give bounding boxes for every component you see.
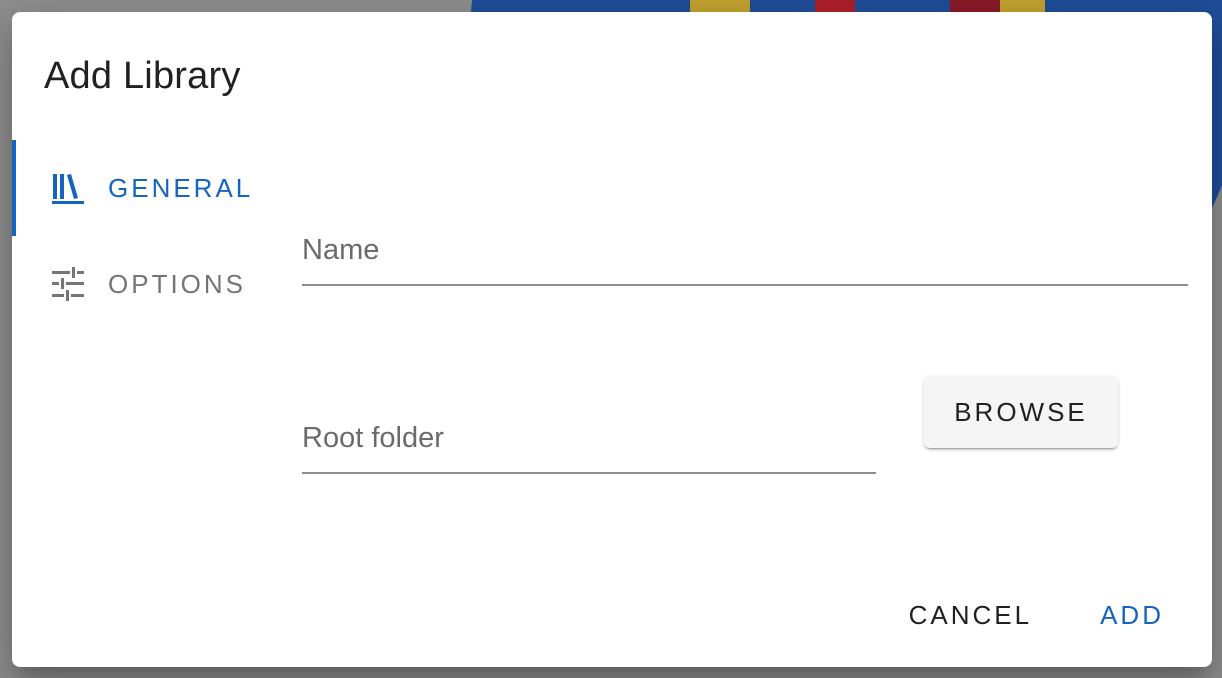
name-underline: [302, 284, 1188, 286]
cancel-button[interactable]: CANCEL: [889, 588, 1052, 643]
root-folder-field: Root folder: [302, 422, 880, 474]
browse-button[interactable]: BROWSE: [924, 376, 1118, 448]
add-button[interactable]: ADD: [1080, 588, 1184, 643]
add-library-dialog: Add Library GENERAL OPTIONS Name Root fo…: [12, 12, 1212, 667]
name-field: Name: [302, 234, 1192, 286]
root-folder-input[interactable]: [302, 422, 880, 472]
tab-options[interactable]: OPTIONS: [12, 236, 282, 332]
tune-icon: [48, 264, 88, 304]
dialog-actions: CANCEL ADD: [889, 588, 1184, 643]
root-folder-underline: [302, 472, 876, 474]
name-input[interactable]: [302, 234, 1192, 284]
tab-options-label: OPTIONS: [108, 268, 247, 299]
library-books-icon: [48, 168, 88, 208]
tab-general[interactable]: GENERAL: [12, 140, 282, 236]
tab-general-label: GENERAL: [108, 172, 254, 203]
vertical-tabs: GENERAL OPTIONS: [12, 140, 282, 332]
dialog-title: Add Library: [44, 55, 241, 97]
